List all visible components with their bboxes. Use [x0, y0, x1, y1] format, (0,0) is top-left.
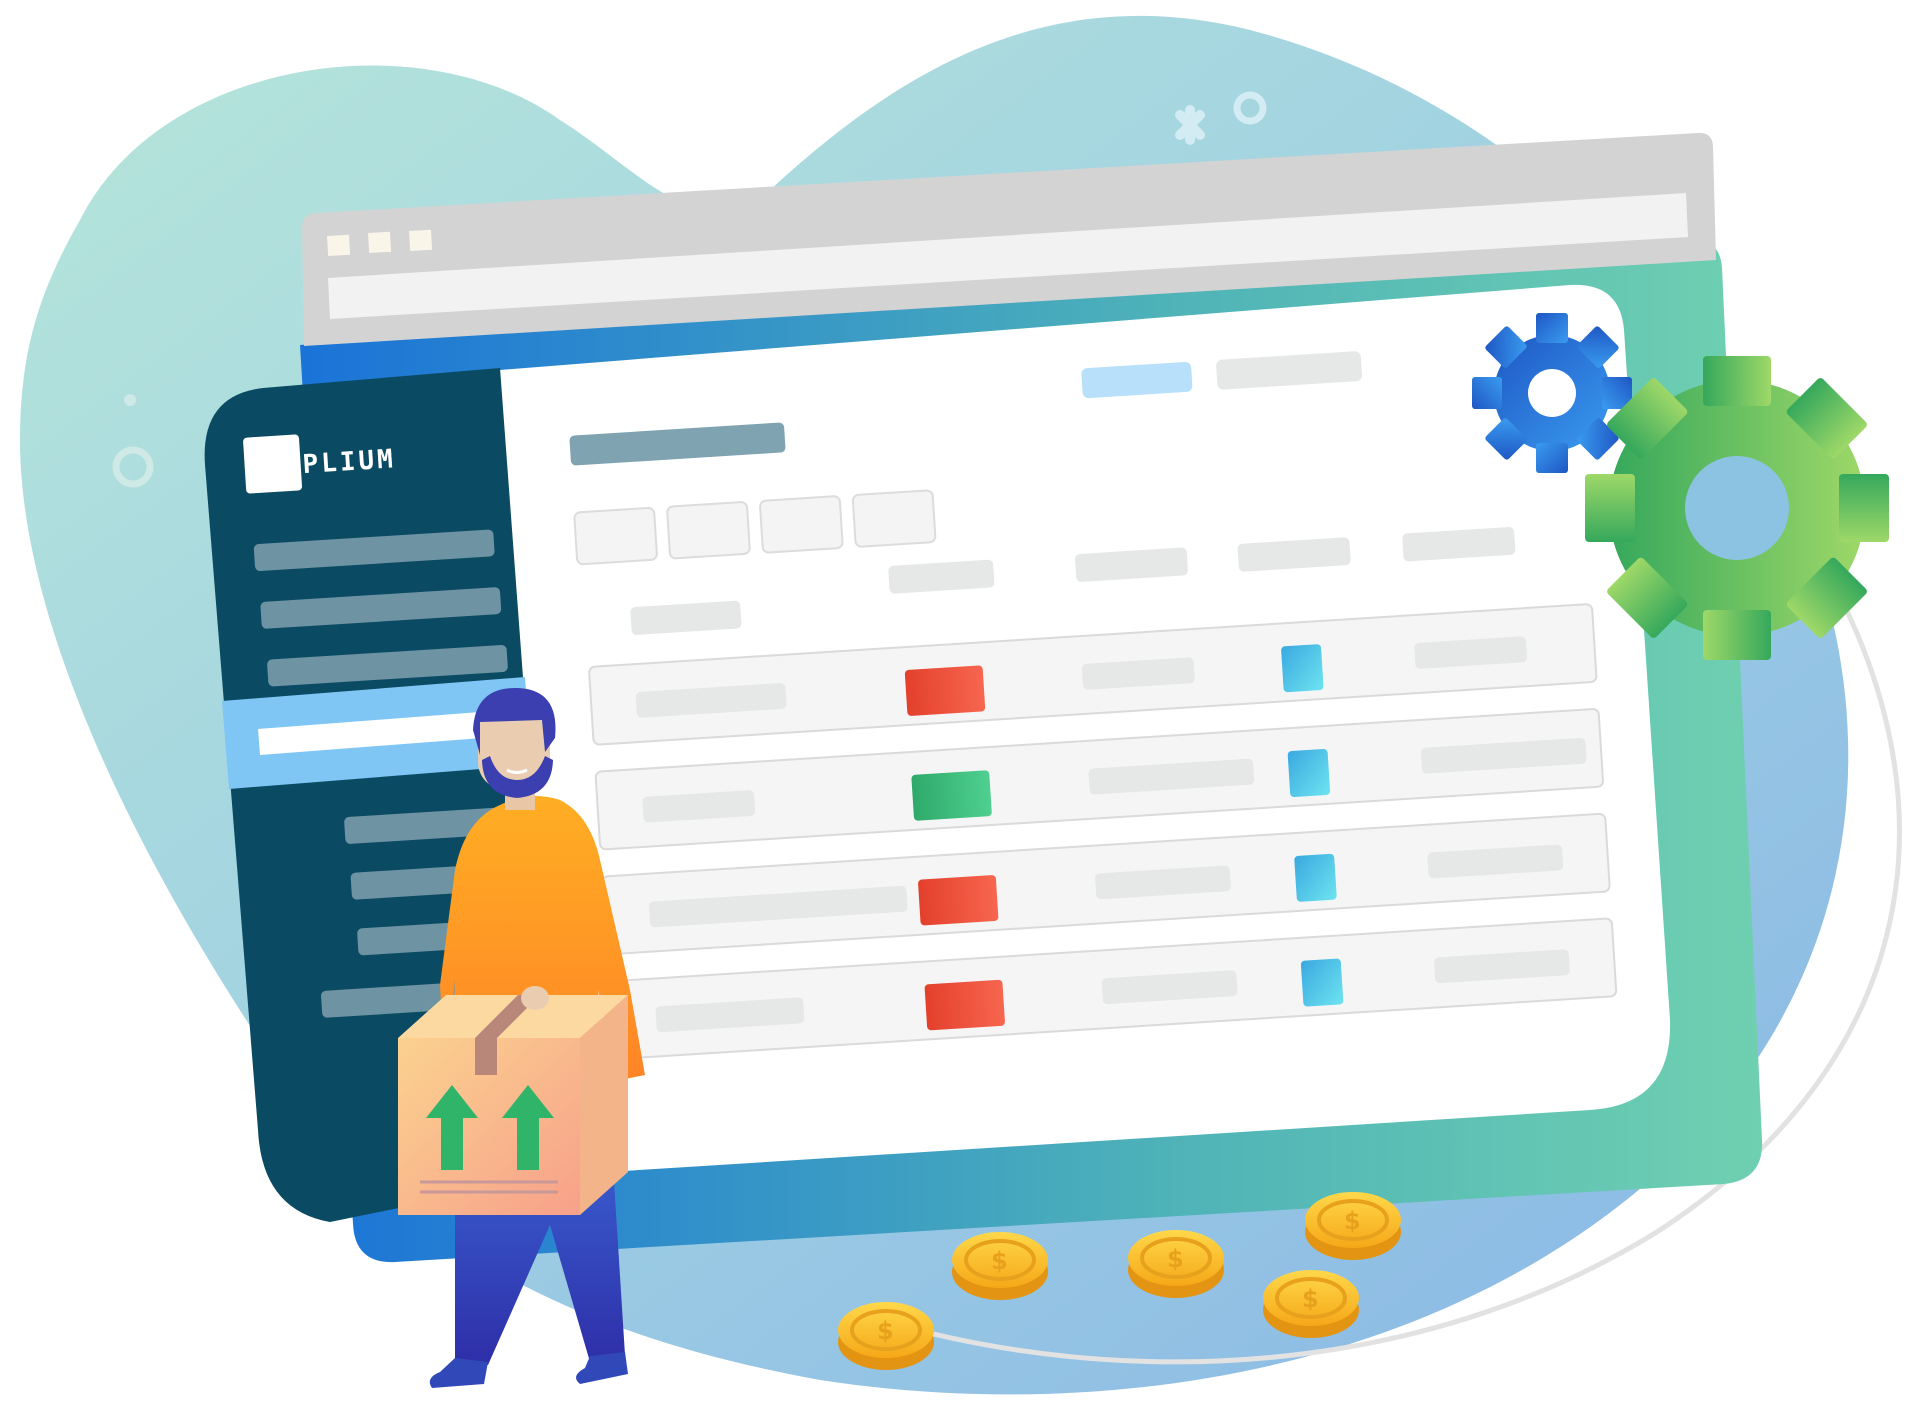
window-control-2[interactable]	[368, 231, 392, 253]
filter-tab-4[interactable]	[851, 489, 937, 548]
gear-green-icon	[1585, 356, 1889, 660]
sparkle-small-dot	[124, 394, 136, 406]
filter-tab-3[interactable]	[759, 495, 844, 554]
dollar-coin-icon: $	[838, 1302, 934, 1370]
person-shoe	[576, 1352, 628, 1384]
illustration-svg: SUPPLIUM $ $ $ $ $	[20, 15, 1902, 1395]
window-control-1[interactable]	[327, 234, 351, 256]
filter-tab-2[interactable]	[666, 501, 751, 560]
dollar-coin-icon: $	[1263, 1270, 1359, 1338]
tag-chip[interactable]	[1287, 749, 1331, 797]
dollar-coin-icon: $	[1305, 1192, 1401, 1260]
svg-text:$: $	[991, 1247, 1008, 1275]
shipping-box-this-side-up-icon	[398, 986, 628, 1215]
status-badge	[904, 665, 986, 716]
tag-chip[interactable]	[1294, 853, 1337, 902]
status-badge	[911, 770, 992, 821]
illustration: SUPPLIUM $ $ $ $ $	[0, 0, 1931, 1416]
person-hand	[521, 986, 549, 1010]
person-shoe	[429, 1358, 488, 1388]
svg-text:$: $	[1167, 1245, 1184, 1273]
gear-blue-icon	[1472, 313, 1632, 473]
filter-tab-1[interactable]	[573, 506, 658, 566]
tag-chip[interactable]	[1281, 644, 1324, 693]
tag-chip[interactable]	[1300, 958, 1344, 1007]
dollar-coin-icon: $	[952, 1232, 1048, 1300]
svg-text:$: $	[877, 1317, 894, 1345]
status-badge	[924, 979, 1005, 1031]
sparkle-plus-icon	[1175, 105, 1205, 145]
dollar-coin-icon: $	[1128, 1230, 1224, 1298]
svg-text:$: $	[1302, 1285, 1319, 1313]
svg-text:$: $	[1344, 1207, 1361, 1235]
sidebar-items	[253, 529, 508, 687]
status-badge	[918, 875, 999, 926]
window-control-3[interactable]	[409, 229, 433, 251]
